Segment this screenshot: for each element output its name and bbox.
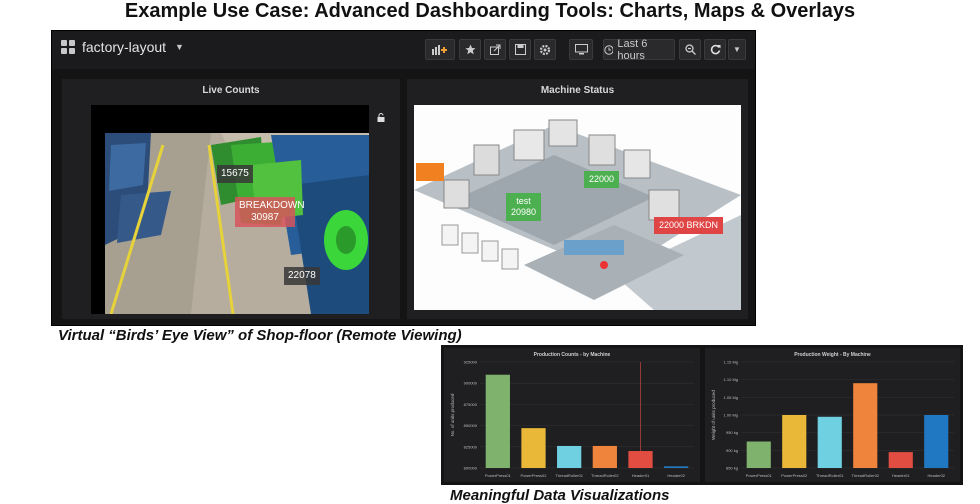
bar-threadroller01	[817, 416, 842, 468]
chart-title: Production Counts - by Machine	[533, 352, 611, 358]
charts-dashboard: Production Counts - by Machine 800000 825…	[441, 345, 963, 485]
slide-title: Example Use Case: Advanced Dashboarding …	[124, 0, 856, 22]
bar-header02	[924, 415, 949, 468]
tv-mode-button[interactable]	[569, 39, 593, 60]
zoom-out-icon	[684, 44, 696, 55]
bar-threadroller02	[592, 445, 617, 468]
bar-chart: 800000 825000 850000 875000 900000 925000 No. …	[450, 360, 694, 478]
machine-breakdown-label: 22000 BRKDN	[654, 217, 724, 234]
share-button[interactable]	[484, 39, 506, 60]
y-tick-label: 1.00 Mg	[724, 413, 738, 418]
x-tick-label: Header02	[927, 473, 945, 478]
machine-marker	[416, 163, 444, 181]
dashboard-picker[interactable]: factory-layout ▼	[61, 39, 184, 55]
caption-birds-eye: Virtual “Birds’ Eye View” of Shop-floor …	[58, 327, 462, 344]
x-tick-label: ThreadRoller01	[816, 473, 844, 478]
refresh-button[interactable]	[704, 39, 726, 60]
panel-title[interactable]: Live Counts	[62, 85, 400, 96]
shopfloor-3d-view: 15675 BREAKDOWN 30987 22078	[91, 105, 369, 314]
production-counts-chart: Production Counts - by Machine 800000 825…	[444, 348, 700, 482]
y-axis-label: Weight of units produced	[711, 390, 716, 440]
clock-icon	[604, 44, 614, 55]
breakdown-overlay: BREAKDOWN 30987	[235, 197, 305, 227]
machine-label: test 20980	[506, 193, 542, 221]
chart-title: Production Weight - By Machine	[794, 352, 871, 358]
bar-threadroller01	[557, 445, 582, 468]
add-panel-button[interactable]	[425, 39, 455, 60]
y-tick-label: 900000	[464, 381, 478, 386]
live-count-overlay: 15675	[217, 165, 253, 183]
y-tick-label: 800000	[464, 466, 478, 471]
y-tick-label: 1.05 Mg	[724, 395, 738, 400]
y-tick-label: 1.10 Mg	[724, 377, 738, 382]
x-tick-label: Header01	[892, 473, 910, 478]
caption-visualizations: Meaningful Data Visualizations	[450, 487, 670, 504]
chevron-down-icon: ▼	[733, 45, 741, 54]
refresh-icon	[710, 44, 720, 55]
x-tick-label: ThreadRoller01	[555, 473, 583, 478]
caret-down-icon: ▼	[175, 42, 184, 52]
y-axis-label: No. of units produced	[450, 393, 455, 436]
panel-title[interactable]: Machine Status	[407, 85, 748, 96]
dashboard-grid-icon	[61, 40, 75, 54]
y-tick-label: 1.15 Mg	[724, 360, 738, 365]
x-tick-label: Header01	[632, 473, 650, 478]
star-icon	[465, 44, 475, 55]
y-tick-label: 850 kg	[726, 466, 738, 471]
share-icon	[489, 44, 500, 55]
machine-status-panel: Machine Status test 20980 22000 22000 BR…	[407, 79, 748, 319]
unlock-icon[interactable]	[377, 113, 386, 122]
x-tick-label: ThreadRoller02	[591, 473, 619, 478]
overlay-value: 30987	[251, 212, 279, 223]
y-tick-label: 950 kg	[726, 430, 738, 435]
gear-icon	[539, 44, 551, 55]
zoom-out-button[interactable]	[679, 39, 701, 60]
x-tick-label: Header02	[667, 473, 685, 478]
refresh-interval-dropdown[interactable]: ▼	[728, 39, 746, 60]
overlay-value: 22078	[288, 270, 316, 281]
bar-header02	[664, 466, 689, 468]
bar-powerpress01	[746, 441, 771, 468]
production-weight-chart: Production Weight - By Machine 850 kg 900…	[705, 348, 960, 482]
machine-count: 20980	[511, 207, 537, 217]
dashboard-navbar: factory-layout ▼ Last 6 hours ▼	[52, 31, 755, 69]
y-tick-label: 875000	[464, 402, 478, 407]
live-count-overlay: 22078	[284, 267, 320, 285]
tv-mode-icon	[574, 44, 588, 55]
bar-chart: 850 kg 900 kg 950 kg 1.00 Mg 1.05 Mg 1.10 Mg 1…	[711, 360, 954, 478]
bar-powerpress02	[782, 415, 807, 468]
time-range-label: Last 6 hours	[617, 37, 648, 62]
add-panel-icon	[432, 45, 447, 55]
save-button[interactable]	[509, 39, 531, 60]
overlay-value: 15675	[221, 168, 249, 179]
bar-powerpress02	[521, 428, 546, 468]
overlay-status: BREAKDOWN	[239, 200, 305, 211]
bar-threadroller02	[853, 383, 878, 468]
x-tick-label: PowerPress02	[781, 473, 808, 478]
factory-floor-plan	[414, 119, 741, 310]
machine-status-map: test 20980 22000 22000 BRKDN	[414, 105, 741, 310]
star-button[interactable]	[459, 39, 481, 60]
settings-button[interactable]	[534, 39, 556, 60]
y-tick-label: 900 kg	[726, 448, 738, 453]
shopfloor-render	[91, 105, 369, 314]
x-tick-label: PowerPress02	[520, 473, 547, 478]
bar-header01	[888, 452, 913, 468]
grafana-dashboard: factory-layout ▼ Last 6 hours ▼ Live Cou…	[51, 30, 756, 326]
machine-label: 22000	[584, 171, 620, 188]
machine-count: 22000	[589, 174, 615, 184]
save-icon	[514, 44, 526, 55]
dashboard-title: factory-layout	[82, 39, 167, 55]
machine-name: test	[516, 196, 531, 206]
x-tick-label: PowerPress01	[485, 473, 512, 478]
y-tick-label: 850000	[464, 423, 478, 428]
x-tick-label: ThreadRoller02	[851, 473, 879, 478]
live-counts-panel: Live Counts 15675 BREAKDOWN 30987 22078	[62, 79, 400, 319]
machine-status-text: 22000 BRKDN	[659, 220, 719, 230]
y-tick-label: 925000	[464, 360, 478, 365]
y-tick-label: 825000	[464, 444, 478, 449]
time-picker[interactable]: Last 6 hours	[603, 37, 675, 62]
x-tick-label: PowerPress01	[746, 473, 773, 478]
bar-powerpress01	[485, 374, 510, 468]
